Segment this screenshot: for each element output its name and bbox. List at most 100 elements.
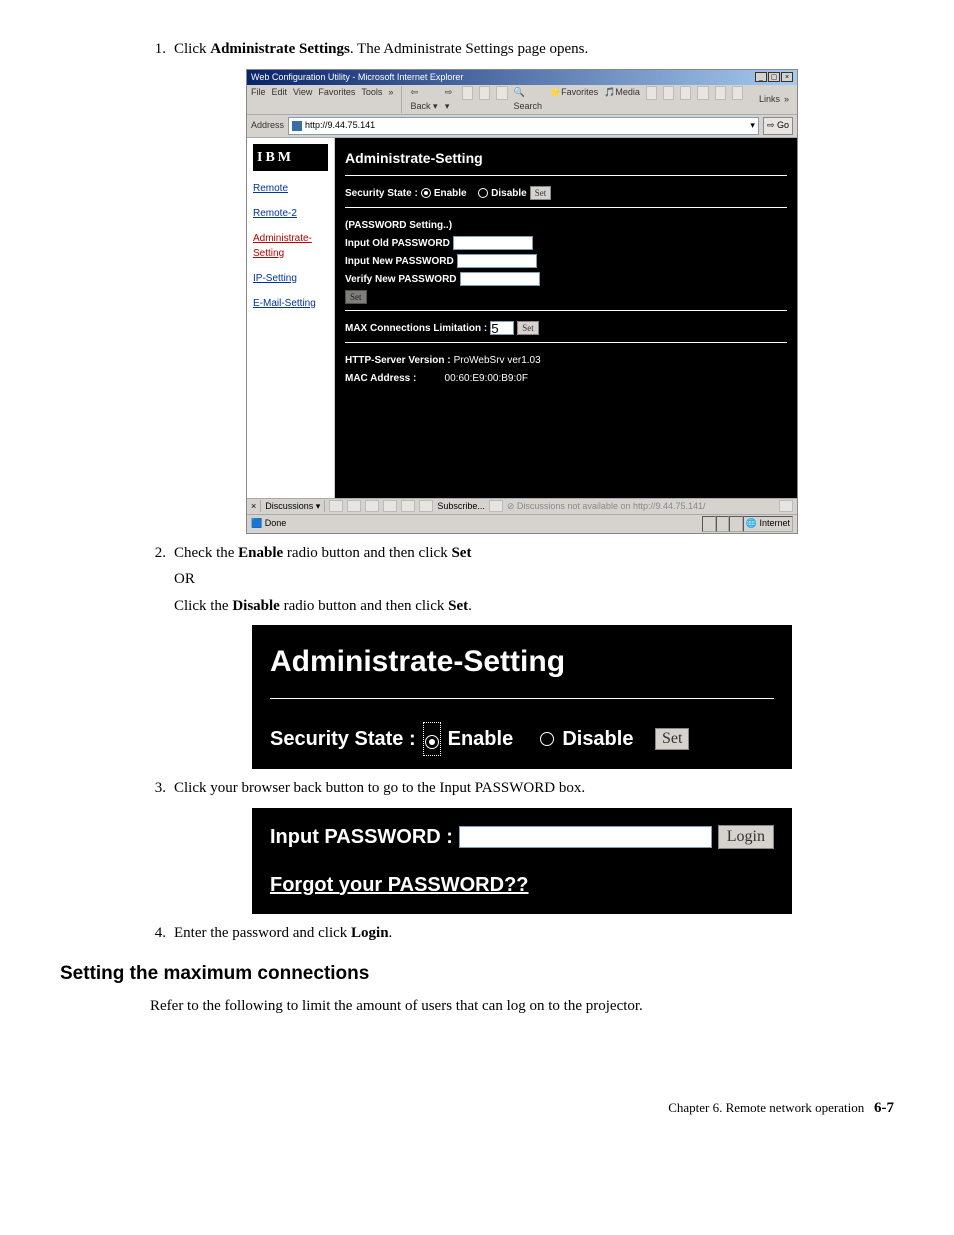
discussion-btn-5[interactable] <box>401 500 415 512</box>
discussion-btn-6[interactable] <box>419 500 433 512</box>
sidebar-item-email-setting[interactable]: E-Mail-Setting <box>253 296 328 311</box>
step-4: 4. Enter the password and click Login. <box>150 922 894 945</box>
password-input[interactable] <box>459 826 712 848</box>
old-password-input[interactable] <box>453 236 533 250</box>
back-button[interactable]: ⇦ Back ▾ <box>410 86 438 113</box>
menu-view[interactable]: View <box>293 86 312 113</box>
verify-password-input[interactable] <box>460 272 540 286</box>
sidebar-item-administrate-setting[interactable]: Administrate-Setting <box>253 231 328 261</box>
sidebar: IBM Remote Remote-2 Administrate-Setting… <box>247 138 335 498</box>
max-connections-set-button[interactable]: Set <box>517 321 539 335</box>
print-icon[interactable] <box>680 86 691 100</box>
status-done: 🟦 Done <box>251 517 286 531</box>
discussion-btn-7[interactable] <box>489 500 503 512</box>
window-buttons: _ ▢ × <box>755 72 793 82</box>
links-pane[interactable]: Links » <box>755 86 793 113</box>
step-body: Check the Enable radio button and then c… <box>174 542 894 618</box>
statusbar: 🟦 Done 🌐 Internet <box>247 514 797 533</box>
step-body: Enter the password and click Login. <box>174 922 894 945</box>
browser-window: Web Configuration Utility - Microsoft In… <box>246 69 798 534</box>
discussion-btn-1[interactable] <box>329 500 343 512</box>
section-heading: Setting the maximum connections <box>60 960 894 989</box>
step-number: 4. <box>150 922 174 945</box>
menu-tools[interactable]: Tools <box>361 86 382 113</box>
history-icon[interactable] <box>646 86 657 100</box>
ie-icon <box>292 121 302 131</box>
step-3: 3. Click your browser back button to go … <box>150 777 894 800</box>
discussion-btn-2[interactable] <box>347 500 361 512</box>
menu-favorites[interactable]: Favorites <box>318 86 355 113</box>
discuss-icon[interactable] <box>715 86 726 100</box>
password-set-button[interactable]: Set <box>345 290 367 304</box>
security-state-row: Security State : Enable Disable Set <box>345 186 787 201</box>
sidebar-item-ip-setting[interactable]: IP-Setting <box>253 271 328 286</box>
figure-browser-window: Web Configuration Utility - Microsoft In… <box>150 69 894 534</box>
step-number: 3. <box>150 777 174 800</box>
mac-address-value: 00:60:E9:00:B9:0F <box>445 371 528 386</box>
input-password-label: Input PASSWORD : <box>270 822 453 852</box>
search-button[interactable]: 🔍Search <box>514 86 544 113</box>
enable-radio[interactable] <box>425 735 439 749</box>
http-version-value: ProWebSrv ver1.03 <box>454 353 541 368</box>
addressbar: Address http://9.44.75.141 ▾ ⇨ Go <box>247 115 797 138</box>
figure-input-password: Input PASSWORD : Login Forgot your PASSW… <box>150 808 894 914</box>
forward-button[interactable]: ⇨ ▾ <box>445 86 456 113</box>
home-icon[interactable] <box>496 86 507 100</box>
main-content: Administrate-Setting Security State : En… <box>335 138 797 498</box>
close-discussions-icon[interactable]: × <box>251 500 256 514</box>
go-button[interactable]: ⇨ Go <box>763 117 793 135</box>
favorites-button[interactable]: ⭐Favorites <box>550 86 598 113</box>
discussion-btn-4[interactable] <box>383 500 397 512</box>
figure-security-state: Administrate-Setting Security State : En… <box>150 625 894 769</box>
stop-icon[interactable] <box>462 86 473 100</box>
page-number: 6-7 <box>874 1100 894 1116</box>
step-1: 1. Click Administrate Settings. The Admi… <box>150 38 894 61</box>
login-button[interactable]: Login <box>718 825 774 849</box>
new-password-input[interactable] <box>457 254 537 268</box>
media-button[interactable]: 🎵Media <box>604 86 640 113</box>
zone-internet: 🌐 Internet <box>743 516 793 532</box>
page-footer: Chapter 6. Remote network operation 6-7 <box>60 1097 894 1120</box>
minimize-button[interactable]: _ <box>755 72 767 82</box>
step-body: Click Administrate Settings. The Adminis… <box>174 38 894 61</box>
edit-icon[interactable] <box>697 86 708 100</box>
maximize-button[interactable]: ▢ <box>768 72 780 82</box>
discussion-btn-3[interactable] <box>365 500 379 512</box>
disable-radio[interactable] <box>540 732 554 746</box>
discussions-label[interactable]: Discussions ▾ <box>265 500 320 514</box>
dropdown-icon[interactable]: ▾ <box>750 119 755 133</box>
ibm-logo: IBM <box>253 144 328 171</box>
sidebar-item-remote[interactable]: Remote <box>253 181 328 196</box>
section-body: Refer to the following to limit the amou… <box>150 995 894 1018</box>
mail-icon[interactable] <box>663 86 674 100</box>
closeup-input-password: Input PASSWORD : Login Forgot your PASSW… <box>252 808 792 914</box>
step-2: 2. Check the Enable radio button and the… <box>150 542 894 618</box>
subscribe-button[interactable]: Subscribe... <box>437 500 485 514</box>
max-connections-input[interactable] <box>490 321 514 335</box>
titlebar: Web Configuration Utility - Microsoft In… <box>247 70 797 86</box>
url-input[interactable]: http://9.44.75.141 ▾ <box>288 117 759 135</box>
discussions-not-available: Discussions not available on http://9.44… <box>517 501 706 511</box>
menu-more[interactable]: » <box>388 86 393 113</box>
menu-edit[interactable]: Edit <box>272 86 288 113</box>
password-setting-label: (PASSWORD Setting..) <box>345 218 452 233</box>
step-body: Click your browser back button to go to … <box>174 777 894 800</box>
address-label: Address <box>251 119 284 133</box>
sidebar-item-remote-2[interactable]: Remote-2 <box>253 206 328 221</box>
step-number: 2. <box>150 542 174 618</box>
step-2-or: OR <box>174 568 894 591</box>
step-number: 1. <box>150 38 174 61</box>
security-set-button[interactable]: Set <box>530 186 552 200</box>
enable-radio[interactable] <box>421 188 431 198</box>
window-title: Web Configuration Utility - Microsoft In… <box>251 71 463 85</box>
messenger-icon[interactable] <box>732 86 743 100</box>
forgot-password-link[interactable]: Forgot your PASSWORD?? <box>270 870 774 900</box>
discussion-toggle-icon[interactable] <box>779 500 793 512</box>
set-button[interactable]: Set <box>655 728 689 750</box>
menu-file[interactable]: File <box>251 86 266 113</box>
chapter-label: Chapter 6. Remote network operation <box>668 1100 864 1115</box>
close-button[interactable]: × <box>781 72 793 82</box>
disable-radio[interactable] <box>478 188 488 198</box>
refresh-icon[interactable] <box>479 86 490 100</box>
discussions-bar: × Discussions ▾ Subscribe... ⊘ Discussio… <box>247 498 797 515</box>
